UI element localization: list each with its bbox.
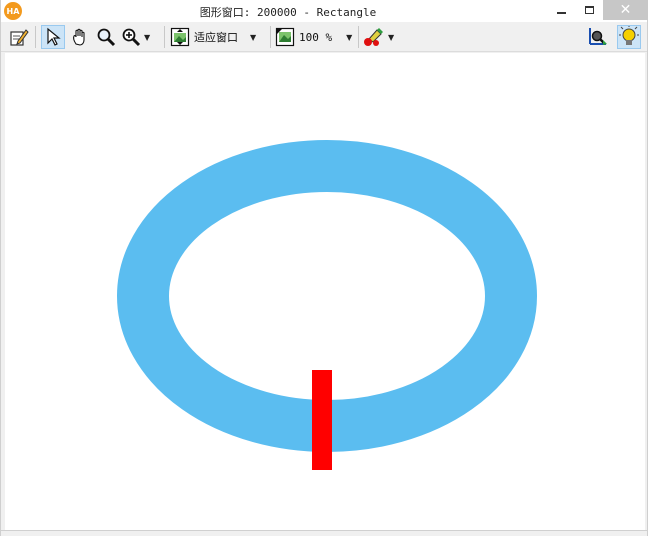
fit-window-icon	[170, 27, 190, 47]
zoom-in-dropdown[interactable]: ▼	[121, 25, 159, 49]
magnify-button[interactable]	[94, 25, 118, 49]
edit-settings-button[interactable]	[7, 25, 31, 49]
magnifier-icon	[97, 28, 116, 47]
chevron-down-icon: ▼	[388, 32, 395, 42]
toolbar-separator	[35, 26, 36, 48]
close-icon: ✕	[619, 2, 632, 18]
toolbar-separator	[270, 26, 271, 48]
paint-color-icon	[364, 28, 383, 46]
help-tips-button[interactable]	[617, 25, 641, 49]
pixel-info-button[interactable]	[585, 25, 609, 49]
hand-icon	[73, 28, 85, 46]
lightbulb-icon	[619, 26, 639, 45]
pan-hand-button[interactable]	[68, 25, 92, 49]
status-strip	[1, 530, 647, 536]
rectangle-region	[312, 370, 332, 470]
graphics-window: HA 图形窗口: 200000 - Rectangle ✕ ▼ 适应窗口 ▼ 1…	[0, 0, 648, 536]
maximize-button[interactable]	[575, 0, 603, 20]
canvas-drawing	[117, 140, 537, 470]
chevron-down-icon: ▼	[144, 32, 151, 42]
title-bar[interactable]: HA 图形窗口: 200000 - Rectangle ✕	[1, 0, 648, 22]
toolbar-separator	[164, 26, 165, 48]
maximize-icon	[584, 6, 594, 14]
select-pointer-button[interactable]	[41, 25, 65, 49]
chevron-down-icon: ▼	[250, 32, 257, 42]
chevron-down-icon: ▼	[346, 32, 353, 42]
pointer-arrow-icon	[47, 27, 61, 46]
graphics-canvas[interactable]	[5, 53, 645, 530]
color-settings-dropdown[interactable]: ▼	[363, 25, 399, 49]
minimize-icon	[556, 12, 566, 14]
zoom-percent-label: 100 %	[299, 30, 333, 44]
fit-window-dropdown[interactable]: 适应窗口 ▼	[170, 25, 266, 49]
close-button[interactable]: ✕	[603, 0, 648, 20]
minimize-button[interactable]	[547, 0, 575, 20]
zoom-image-icon	[275, 27, 295, 47]
toolbar-separator	[358, 26, 359, 48]
zoom-in-icon	[122, 28, 141, 47]
edit-pencil-icon	[10, 29, 29, 46]
fit-window-label: 适应窗口	[194, 31, 238, 44]
pixel-inspector-icon	[589, 28, 607, 45]
zoom-percent-dropdown[interactable]: 100 % ▼	[275, 25, 355, 49]
graphics-toolbar: ▼ 适应窗口 ▼ 100 % ▼ ▼	[1, 22, 647, 52]
